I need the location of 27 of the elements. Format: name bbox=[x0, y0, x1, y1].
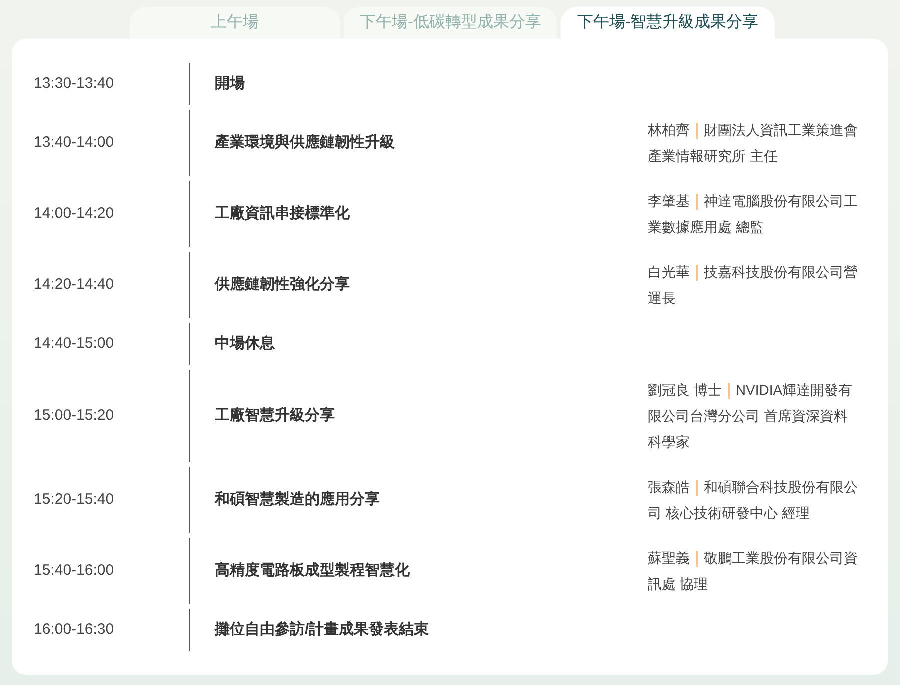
session-title: 攤位自由參訪/計畫成果發表結束 bbox=[215, 620, 430, 640]
session-title: 高精度電路板成型製程智慧化 bbox=[215, 560, 410, 581]
time-slot: 15:40-16:00 bbox=[34, 560, 114, 582]
speaker-info: 李肇基 神達電腦股份有限公司工業數據應用處 總監 bbox=[648, 192, 859, 237]
session-title: 開場 bbox=[215, 74, 245, 94]
time-slot: 15:20-15:40 bbox=[34, 488, 114, 512]
speaker-info: 蘇聖義 敬鵬工業股份有限公司資訊處 協理 bbox=[648, 549, 859, 594]
session-title: 供應鏈韌性強化分享 bbox=[215, 274, 350, 295]
tab[interactable]: 下午場-低碳轉型成果分享 bbox=[344, 7, 558, 39]
time-slot: 13:40-14:00 bbox=[34, 132, 114, 154]
time-slot: 14:20-14:40 bbox=[34, 274, 114, 296]
speaker-info: 白光華 技嘉科技股份有限公司營運長 bbox=[648, 263, 859, 308]
time-slot: 13:30-13:40 bbox=[34, 72, 114, 96]
speaker-info: 劉冠良 博士 NVIDIA輝達開發有限公司台灣分公司 首席資深資料科學家 bbox=[648, 381, 854, 452]
time-slot: 16:00-16:30 bbox=[34, 618, 114, 642]
session-title: 工廠資訊串接標準化 bbox=[215, 204, 350, 224]
session-title: 中場休息 bbox=[215, 334, 275, 354]
speaker-info: 張森皓 和碩聯合科技股份有限公司 核心技術研發中心 經理 bbox=[648, 478, 859, 523]
session-title: 產業環境與供應鏈韌性升級 bbox=[215, 132, 395, 153]
time-slot: 14:00-14:20 bbox=[34, 202, 114, 226]
time-slot: 15:00-15:20 bbox=[34, 404, 114, 428]
time-slot: 14:40-15:00 bbox=[34, 332, 114, 356]
speaker-info: 林柏齊 財團法人資訊工業策進會產業情報研究所 主任 bbox=[648, 121, 859, 166]
tab[interactable]: 下午場-智慧升級成果分享 bbox=[561, 7, 775, 39]
session-title: 和碩智慧製造的應用分享 bbox=[215, 490, 380, 510]
session-title: 工廠智慧升級分享 bbox=[215, 406, 335, 426]
tab[interactable]: 上午場 bbox=[130, 7, 340, 39]
